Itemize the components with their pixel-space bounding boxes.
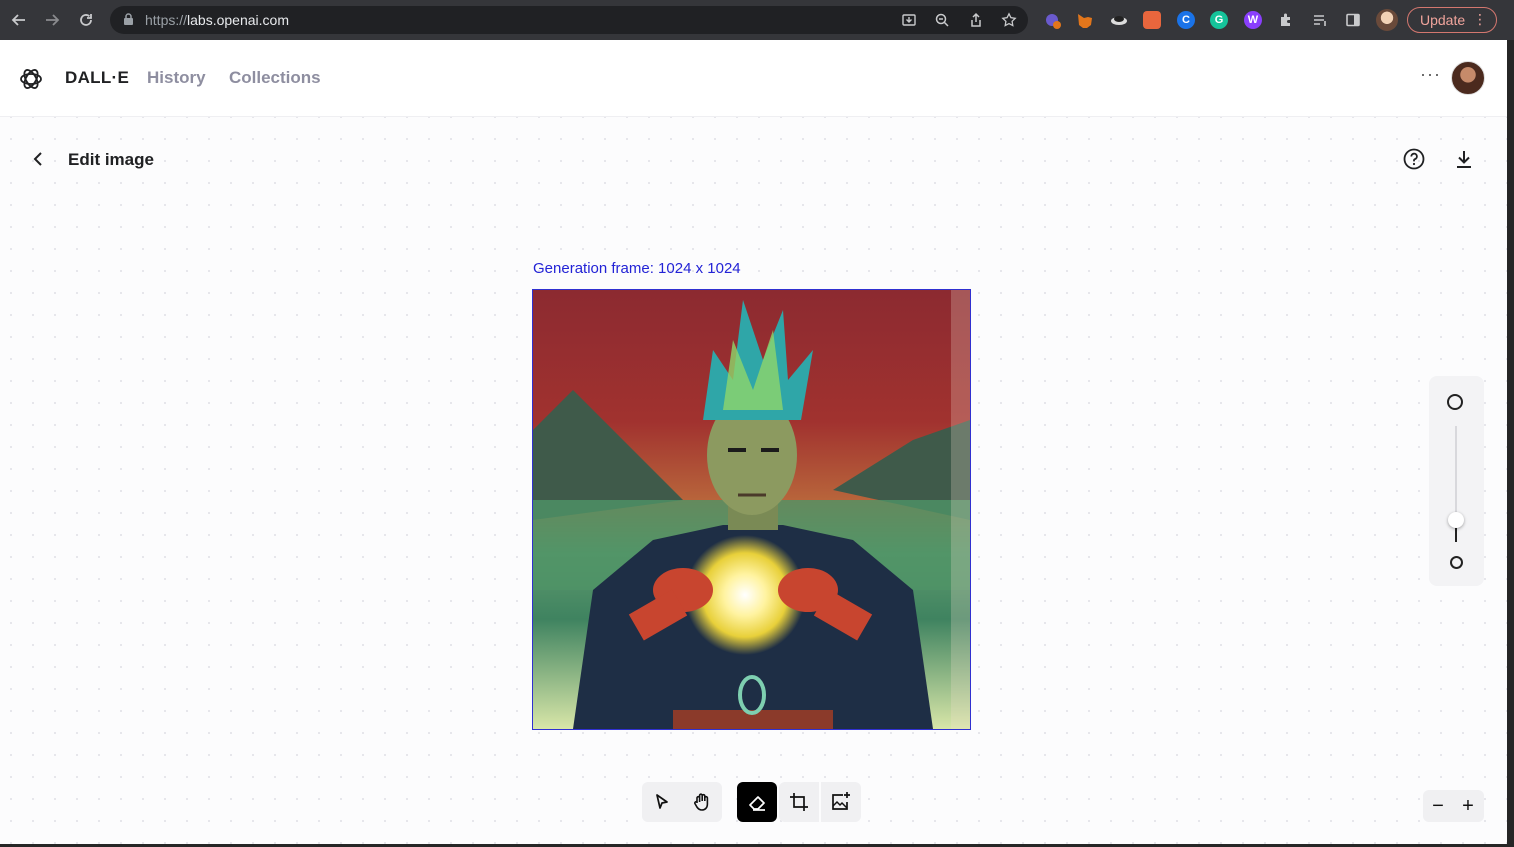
zoom-in-button[interactable]: + [1453, 790, 1483, 822]
select-tool-button[interactable] [642, 782, 682, 822]
w-ext-icon[interactable]: W [1244, 11, 1262, 29]
generation-frame-image[interactable] [532, 289, 971, 730]
forward-arrow-icon[interactable] [41, 9, 63, 31]
large-brush-icon[interactable] [1447, 394, 1463, 410]
extensions-puzzle-icon[interactable] [1277, 11, 1295, 29]
grammarly-ext-icon[interactable]: G [1210, 11, 1228, 29]
back-chevron-icon[interactable] [30, 150, 48, 168]
window-edge [1507, 40, 1514, 847]
crop-frame-icon [790, 793, 808, 811]
share-icon[interactable] [967, 11, 985, 29]
side-panel-icon[interactable] [1344, 11, 1362, 29]
eraser-icon [749, 796, 765, 811]
back-arrow-icon[interactable] [8, 9, 30, 31]
hand-icon [694, 793, 709, 811]
slider-thumb[interactable] [1448, 512, 1464, 528]
user-avatar[interactable] [1451, 61, 1485, 95]
generated-artwork [533, 290, 970, 729]
zoom-out-button[interactable]: − [1423, 790, 1453, 822]
kebab-menu-icon: ⋮ [1473, 11, 1487, 27]
update-label: Update [1420, 12, 1466, 28]
add-frame-tool-button[interactable] [779, 782, 819, 822]
brush-size-slider-panel [1429, 376, 1484, 586]
install-app-icon[interactable] [900, 11, 918, 29]
small-brush-icon[interactable] [1450, 556, 1463, 569]
c-ext-icon[interactable]: C [1177, 11, 1195, 29]
metamask-ext-icon[interactable] [1076, 11, 1094, 29]
orange-ext-icon[interactable] [1143, 11, 1161, 29]
browser-chrome: https://labs.openai.com C G W Update ⋮ [0, 0, 1514, 40]
eraser-tool-button[interactable] [737, 782, 777, 822]
page-title: Edit image [68, 150, 154, 169]
help-icon[interactable] [1403, 148, 1425, 170]
download-icon[interactable] [1453, 148, 1475, 170]
image-add-icon [832, 792, 850, 810]
pan-tool-button[interactable] [682, 782, 722, 822]
reading-list-icon[interactable] [1311, 11, 1329, 29]
page: DALL·E History Collections ··· Edit imag… [0, 40, 1507, 844]
edit-toolbar [642, 782, 861, 822]
zoom-controls: − + [1423, 790, 1484, 822]
upload-image-tool-button[interactable] [821, 782, 861, 822]
brand-name[interactable]: DALL·E [65, 68, 129, 88]
puzzle-badge-ext-icon[interactable] [1043, 11, 1061, 29]
url-text: https://labs.openai.com [145, 12, 289, 28]
top-navigation: DALL·E History Collections ··· [0, 40, 1507, 117]
reload-icon[interactable] [75, 9, 97, 31]
address-bar[interactable]: https://labs.openai.com [110, 6, 1028, 34]
browser-update-button[interactable]: Update ⋮ [1407, 7, 1497, 33]
nav-collections[interactable]: Collections [229, 68, 321, 88]
openai-logo-icon[interactable] [18, 66, 44, 92]
saturn-ext-icon[interactable] [1110, 11, 1128, 29]
cursor-arrow-icon [656, 794, 668, 809]
lock-icon [123, 13, 134, 31]
nav-history[interactable]: History [147, 68, 206, 88]
generation-frame-label: Generation frame: 1024 x 1024 [533, 260, 741, 277]
profile-avatar-icon[interactable] [1376, 9, 1398, 31]
zoom-icon[interactable] [933, 11, 951, 29]
more-options-icon[interactable]: ··· [1420, 64, 1441, 85]
bookmark-star-icon[interactable] [1000, 11, 1018, 29]
